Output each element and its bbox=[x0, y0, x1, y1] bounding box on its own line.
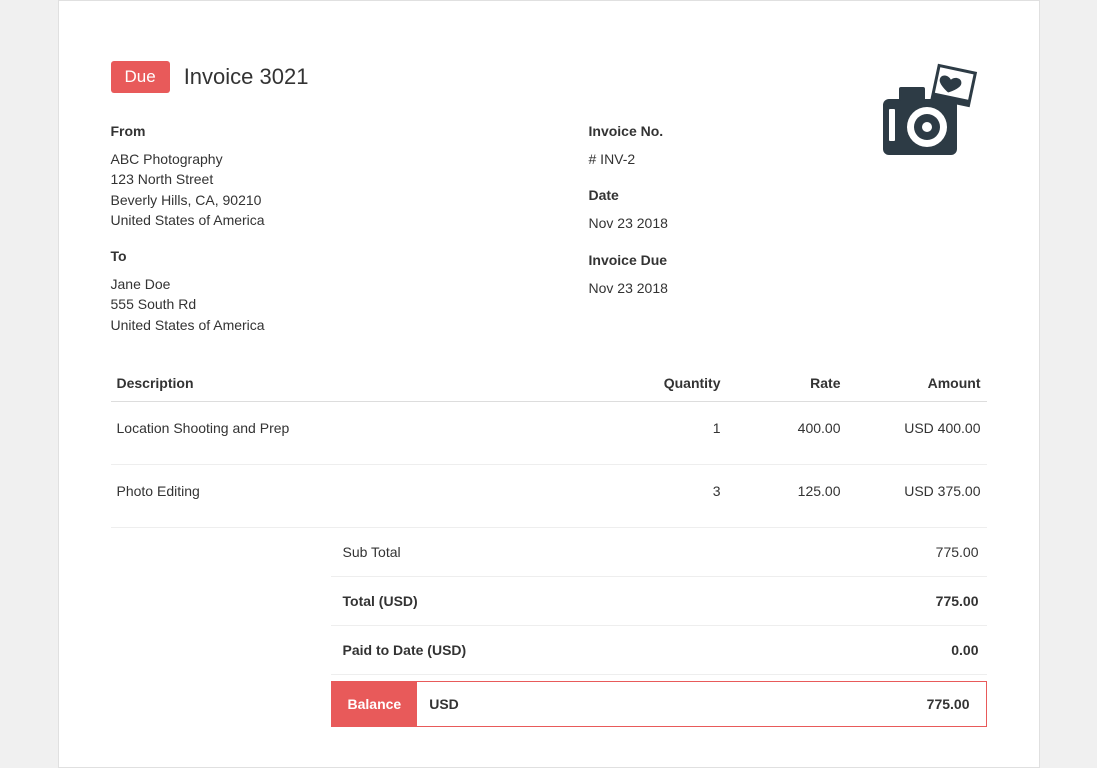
totals-section: Sub Total 775.00 Total (USD) 775.00 Paid… bbox=[331, 528, 987, 727]
table-row: Photo Editing 3 125.00 USD 375.00 bbox=[111, 465, 987, 528]
to-name: Jane Doe bbox=[111, 274, 509, 294]
item-amount: USD 400.00 bbox=[847, 402, 987, 465]
due-value: Nov 23 2018 bbox=[589, 278, 987, 298]
due-label: Invoice Due bbox=[589, 252, 987, 268]
balance-row: Balance USD 775.00 bbox=[331, 681, 987, 727]
logo-camera-icon bbox=[879, 61, 979, 161]
col-rate: Rate bbox=[727, 365, 847, 402]
to-label: To bbox=[111, 248, 509, 264]
invoice-title: Invoice 3021 bbox=[184, 64, 309, 90]
paid-row: Paid to Date (USD) 0.00 bbox=[331, 626, 987, 675]
to-line1: 555 South Rd bbox=[111, 294, 509, 314]
from-line2: Beverly Hills, CA, 90210 bbox=[111, 190, 509, 210]
balance-value: 775.00 bbox=[927, 696, 970, 712]
subtotal-label: Sub Total bbox=[343, 544, 401, 560]
subtotal-row: Sub Total 775.00 bbox=[331, 528, 987, 577]
total-value: 775.00 bbox=[936, 593, 979, 609]
total-label: Total (USD) bbox=[343, 593, 418, 609]
total-row: Total (USD) 775.00 bbox=[331, 577, 987, 626]
col-quantity: Quantity bbox=[627, 365, 727, 402]
item-description: Photo Editing bbox=[111, 465, 627, 528]
item-description: Location Shooting and Prep bbox=[111, 402, 627, 465]
col-description: Description bbox=[111, 365, 627, 402]
paid-label: Paid to Date (USD) bbox=[343, 642, 467, 658]
line-items-table: Description Quantity Rate Amount Locatio… bbox=[111, 365, 987, 528]
subtotal-value: 775.00 bbox=[936, 544, 979, 560]
status-badge: Due bbox=[111, 61, 170, 93]
balance-currency: USD bbox=[429, 696, 459, 712]
from-line1: 123 North Street bbox=[111, 169, 509, 189]
from-to-column: From ABC Photography 123 North Street Be… bbox=[111, 123, 509, 335]
from-line3: United States of America bbox=[111, 210, 509, 230]
item-quantity: 1 bbox=[627, 402, 727, 465]
table-row: Location Shooting and Prep 1 400.00 USD … bbox=[111, 402, 987, 465]
paid-value: 0.00 bbox=[951, 642, 978, 658]
balance-label: Balance bbox=[332, 682, 418, 726]
from-name: ABC Photography bbox=[111, 149, 509, 169]
item-amount: USD 375.00 bbox=[847, 465, 987, 528]
invoice-document: Due Invoice 3021 From ABC Photography 12… bbox=[58, 0, 1040, 768]
item-quantity: 3 bbox=[627, 465, 727, 528]
item-rate: 125.00 bbox=[727, 465, 847, 528]
from-label: From bbox=[111, 123, 509, 139]
date-label: Date bbox=[589, 187, 987, 203]
date-value: Nov 23 2018 bbox=[589, 213, 987, 233]
to-line2: United States of America bbox=[111, 315, 509, 335]
item-rate: 400.00 bbox=[727, 402, 847, 465]
col-amount: Amount bbox=[847, 365, 987, 402]
